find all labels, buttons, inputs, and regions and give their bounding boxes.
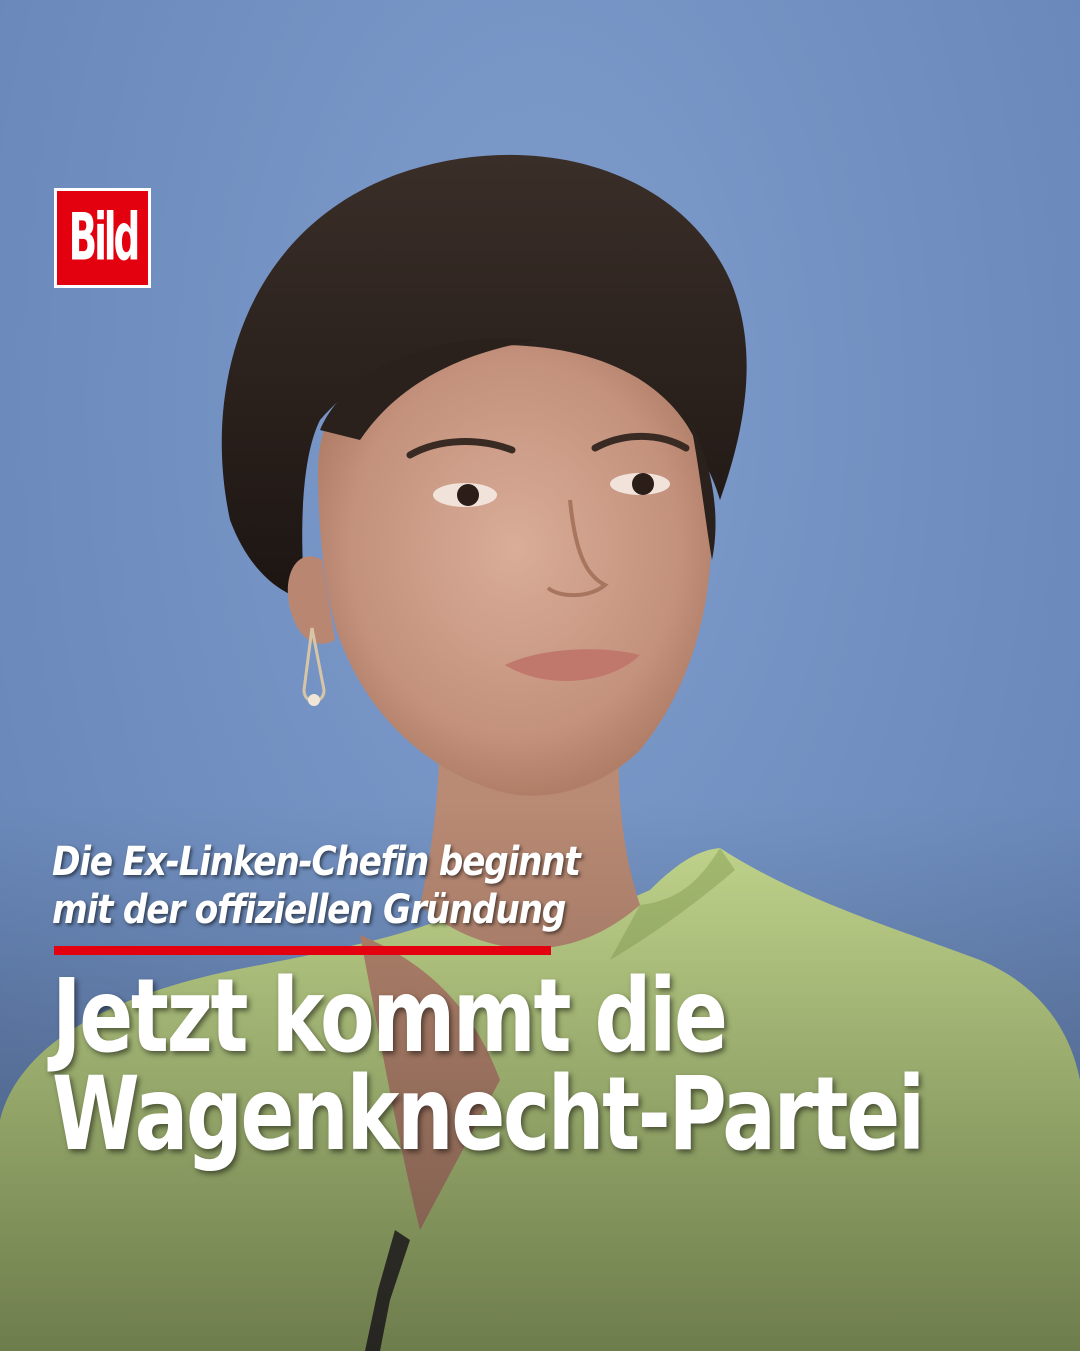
bild-logo-text: Bild bbox=[68, 200, 140, 276]
headline-line-2: Wagenknecht-Partei bbox=[52, 1055, 925, 1174]
red-divider bbox=[54, 946, 551, 955]
subline-line-1: Die Ex-Linken-Chefin beginnt bbox=[52, 839, 581, 885]
headline: Jetzt kommt die Wagenknecht-Partei bbox=[52, 966, 925, 1166]
bild-logo: Bild bbox=[54, 188, 151, 288]
subline-line-2: mit der offiziellen Gründung bbox=[52, 887, 566, 933]
post-canvas: Bild Die Ex-Linken-Chefin beginnt mit de… bbox=[0, 0, 1080, 1351]
subline: Die Ex-Linken-Chefin beginnt mit der off… bbox=[52, 838, 602, 934]
